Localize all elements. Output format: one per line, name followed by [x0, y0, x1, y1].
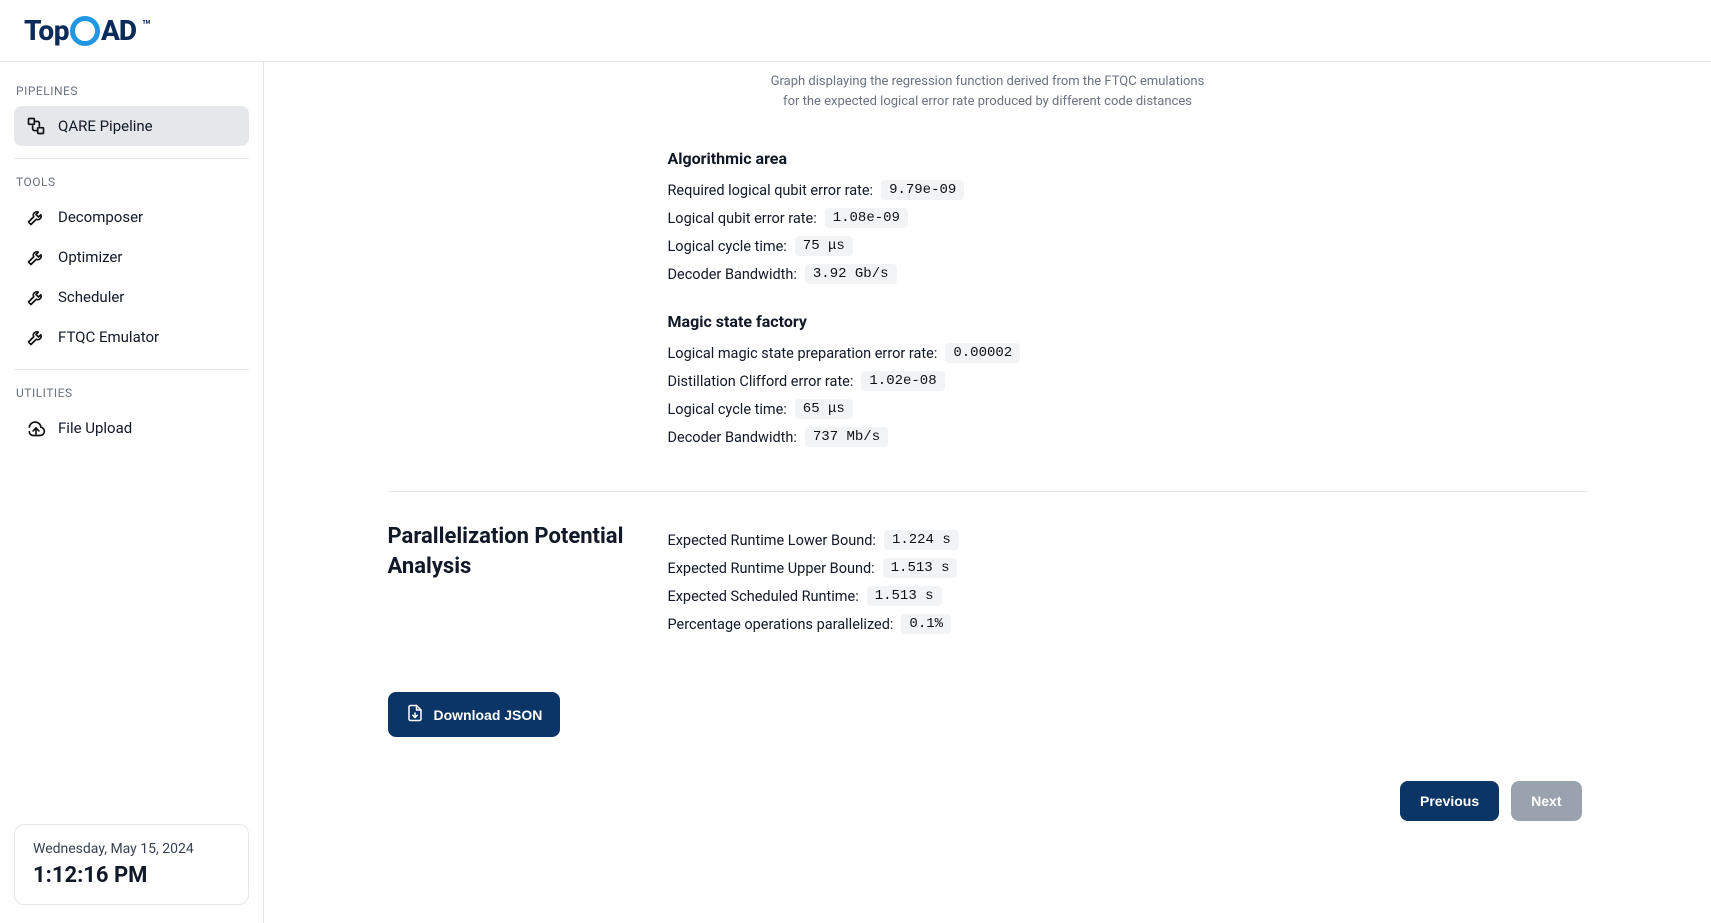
sidebar-item-label: FTQC Emulator [58, 328, 159, 346]
datetime-card: Wednesday, May 15, 2024 1:12:16 PM [14, 824, 249, 905]
sidebar-item-optimizer[interactable]: Optimizer [14, 237, 249, 277]
metric-value: 1.513 s [867, 586, 942, 606]
metric-row: Required logical qubit error rate: 9.79e… [668, 180, 1588, 200]
logo-text-top: Top [24, 14, 69, 47]
logo-tm: ™ [142, 18, 151, 34]
metric-row: Percentage operations parallelized: 0.1% [668, 614, 1588, 634]
metric-value: 737 Mb/s [805, 427, 888, 447]
subsection-magic-state-factory: Magic state factory [668, 312, 1588, 331]
metric-value: 65 μs [795, 399, 853, 419]
main-content[interactable]: Graph displaying the regression function… [264, 62, 1711, 923]
download-file-icon [406, 704, 424, 725]
sidebar-section-utilities: UTILITIES [16, 386, 247, 400]
download-json-label: Download JSON [434, 707, 543, 723]
sidebar-item-label: Scheduler [58, 288, 124, 306]
wrench-icon [26, 287, 46, 307]
sidebar-item-label: Optimizer [58, 248, 122, 266]
app-logo: Top AD ™ [24, 14, 151, 47]
sidebar-divider [14, 158, 249, 159]
metric-value: 1.224 s [884, 530, 959, 550]
metric-value: 1.08e-09 [825, 208, 908, 228]
subsection-algorithmic-area: Algorithmic area [668, 149, 1588, 168]
sidebar: PIPELINES QARE Pipeline TOOLS Decomposer [0, 62, 264, 923]
metric-row: Expected Runtime Lower Bound: 1.224 s [668, 530, 1588, 550]
wrench-icon [26, 207, 46, 227]
wrench-icon [26, 247, 46, 267]
metric-value: 1.02e-08 [861, 371, 944, 391]
metric-row: Logical cycle time: 75 μs [668, 236, 1588, 256]
metric-row: Distillation Clifford error rate: 1.02e-… [668, 371, 1588, 391]
sidebar-section-pipelines: PIPELINES [16, 84, 247, 98]
metric-label: Distillation Clifford error rate: [668, 373, 854, 390]
topbar: Top AD ™ [0, 0, 1711, 62]
metric-row: Expected Runtime Upper Bound: 1.513 s [668, 558, 1588, 578]
sidebar-item-label: QARE Pipeline [58, 117, 153, 135]
metric-value: 3.92 Gb/s [805, 264, 897, 284]
metric-label: Logical cycle time: [668, 238, 787, 255]
upload-cloud-icon [26, 418, 46, 438]
metric-label: Expected Runtime Upper Bound: [668, 560, 875, 577]
metric-value: 0.00002 [945, 343, 1020, 363]
metric-label: Logical qubit error rate: [668, 210, 817, 227]
sidebar-item-ftqc-emulator[interactable]: FTQC Emulator [14, 317, 249, 357]
wrench-icon [26, 327, 46, 347]
metric-value: 0.1% [901, 614, 951, 634]
metric-row: Logical cycle time: 65 μs [668, 399, 1588, 419]
section-divider [388, 491, 1588, 492]
metric-row: Logical magic state preparation error ra… [668, 343, 1588, 363]
sidebar-item-qare-pipeline[interactable]: QARE Pipeline [14, 106, 249, 146]
sidebar-item-file-upload[interactable]: File Upload [14, 408, 249, 448]
metric-value: 75 μs [795, 236, 853, 256]
metric-row: Logical qubit error rate: 1.08e-09 [668, 208, 1588, 228]
metric-value: 9.79e-09 [881, 180, 964, 200]
metric-value: 1.513 s [883, 558, 958, 578]
metric-label: Percentage operations parallelized: [668, 616, 894, 633]
metric-label: Expected Runtime Lower Bound: [668, 532, 876, 549]
current-time: 1:12:16 PM [33, 863, 230, 888]
logo-text-ad: AD [101, 14, 136, 47]
metric-row: Decoder Bandwidth: 737 Mb/s [668, 427, 1588, 447]
current-date: Wednesday, May 15, 2024 [33, 841, 230, 857]
metric-label: Required logical qubit error rate: [668, 182, 874, 199]
sidebar-divider [14, 369, 249, 370]
section-title-parallelization: Parallelization Potential Analysis [388, 522, 648, 581]
sidebar-item-label: Decomposer [58, 208, 143, 226]
pipeline-icon [26, 116, 46, 136]
graph-caption: Graph displaying the regression function… [768, 72, 1208, 111]
sidebar-item-decomposer[interactable]: Decomposer [14, 197, 249, 237]
sidebar-section-tools: TOOLS [16, 175, 247, 189]
previous-button[interactable]: Previous [1400, 781, 1499, 821]
metric-row: Decoder Bandwidth: 3.92 Gb/s [668, 264, 1588, 284]
metric-label: Expected Scheduled Runtime: [668, 588, 859, 605]
next-button[interactable]: Next [1511, 781, 1581, 821]
metric-label: Decoder Bandwidth: [668, 429, 797, 446]
metric-label: Logical magic state preparation error ra… [668, 345, 938, 362]
pagination-nav: Previous Next [388, 781, 1588, 821]
sidebar-item-scheduler[interactable]: Scheduler [14, 277, 249, 317]
logo-circle-icon [70, 16, 100, 46]
metric-label: Logical cycle time: [668, 401, 787, 418]
metric-row: Expected Scheduled Runtime: 1.513 s [668, 586, 1588, 606]
sidebar-item-label: File Upload [58, 419, 132, 437]
download-json-button[interactable]: Download JSON [388, 692, 561, 737]
metric-label: Decoder Bandwidth: [668, 266, 797, 283]
